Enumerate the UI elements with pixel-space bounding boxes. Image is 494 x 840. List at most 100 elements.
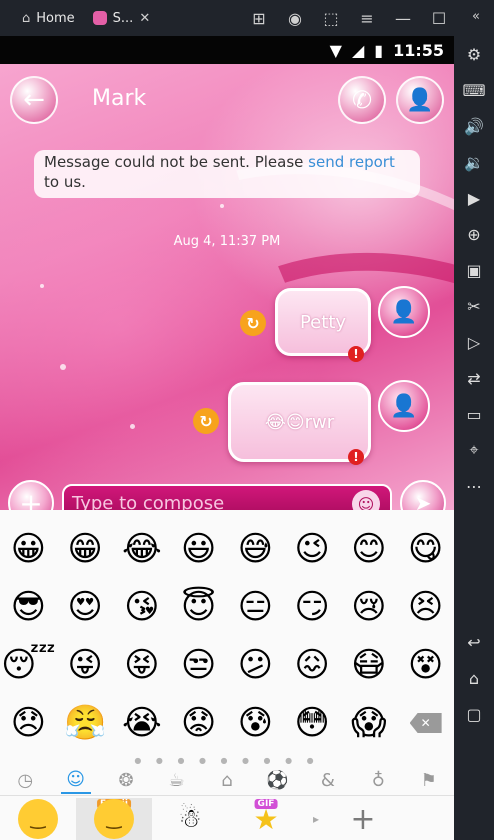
sports-icon[interactable]: ⚽	[262, 768, 292, 794]
flag-icon[interactable]: ⚑	[414, 768, 444, 794]
add-icon[interactable]: ⊕	[454, 216, 494, 252]
emulator-toolbar: ⌂ Home S... ✕ ⊞ ◉ ⬚ ≡ — ☐ ✕ ✕ «	[0, 0, 494, 36]
emoji-key[interactable]: 😤	[57, 694, 114, 752]
emoji-key[interactable]: 😊	[341, 520, 398, 578]
emoji-key[interactable]: 😳	[284, 694, 341, 752]
scissors-icon[interactable]: ✂	[454, 288, 494, 324]
emoji-key[interactable]: 😷	[341, 636, 398, 694]
tab-smiley[interactable]: ‿	[0, 798, 76, 840]
back-nav-icon[interactable]: ↩	[454, 624, 494, 660]
avatar: 👤	[378, 380, 430, 432]
emoji-key[interactable]: 😒	[170, 636, 227, 694]
close-tab-icon[interactable]: ✕	[139, 11, 150, 26]
emoji-toggle-icon[interactable]: ☺	[352, 490, 380, 510]
emoji-key[interactable]: 😉	[284, 520, 341, 578]
emoji-key[interactable]: 😝	[114, 636, 171, 694]
emoji-key[interactable]: 😱	[341, 694, 398, 752]
retry-icon[interactable]: ↻	[240, 310, 266, 336]
send-button[interactable]: ➤	[400, 480, 446, 510]
tab-emoji[interactable]: Emoji ‿	[76, 798, 152, 840]
more-icon[interactable]: ⋯	[454, 468, 494, 504]
attach-button[interactable]: +	[8, 480, 54, 510]
app-tab[interactable]: S... ✕	[85, 0, 159, 36]
emoji-key[interactable]: 😘	[114, 578, 171, 636]
minimize-icon[interactable]: —	[392, 7, 414, 29]
video-icon[interactable]: ▷	[454, 324, 494, 360]
gamepad-icon[interactable]: ⊞	[248, 7, 270, 29]
volume-up-icon[interactable]: 🔊	[454, 108, 494, 144]
emoji-key[interactable]: 😂	[114, 520, 171, 578]
settings-icon[interactable]: ⚙	[454, 36, 494, 72]
emoji-key[interactable]: 😜	[57, 636, 114, 694]
collapse-sidebar-icon[interactable]: «	[472, 9, 480, 24]
tab-gif[interactable]: GIF ★	[228, 798, 304, 840]
app-icon	[92, 11, 107, 25]
emoji-key[interactable]: 😁	[57, 520, 114, 578]
send-icon: ➤	[414, 491, 432, 510]
emoji-key[interactable]: 😣	[397, 578, 454, 636]
recents-nav-icon[interactable]: ▢	[454, 696, 494, 732]
emoji-key[interactable]: 😏	[284, 578, 341, 636]
wifi-icon: ▼	[329, 40, 342, 60]
error-text: Message could not be sent. Please	[44, 153, 309, 171]
emoji-key[interactable]: 😀	[0, 520, 57, 578]
play-icon[interactable]: ▶	[454, 180, 494, 216]
retry-icon[interactable]: ↻	[193, 408, 219, 434]
home-nav-icon[interactable]: ⌂	[454, 660, 494, 696]
smiley-icon[interactable]: ☺	[60, 768, 91, 794]
screen: ⌂ Home S... ✕ ⊞ ◉ ⬚ ≡ — ☐ ✕ ✕ « ⚙ ⌨ 🔊 🔉 …	[0, 0, 494, 840]
emoji-key[interactable]: 😑	[227, 578, 284, 636]
clock-icon[interactable]: ◷	[10, 768, 40, 794]
emoji-key[interactable]: 😭	[114, 694, 171, 752]
back-button[interactable]: ←	[10, 76, 58, 124]
tab-sticker[interactable]: ☃	[152, 798, 228, 840]
location-icon[interactable]: ⌖	[454, 432, 494, 468]
animal-icon[interactable]: ❂	[111, 768, 141, 794]
emoji-key[interactable]: 😴	[0, 636, 57, 694]
send-report-link[interactable]: send report	[308, 153, 395, 171]
compose-placeholder: Type to compose	[72, 492, 225, 511]
symbols-icon[interactable]: &	[313, 768, 343, 794]
emoji-key[interactable]: 😰	[227, 694, 284, 752]
emoji-key[interactable]: 😞	[0, 694, 57, 752]
background-sparkle	[60, 364, 66, 370]
food-icon[interactable]: ☕	[162, 768, 192, 794]
emoji-key[interactable]: 😟	[170, 694, 227, 752]
backspace-icon: ✕	[409, 713, 442, 733]
emoji-key[interactable]: 😖	[284, 636, 341, 694]
contact-button[interactable]: 👤	[396, 76, 444, 124]
emoji-key[interactable]: 😕	[227, 636, 284, 694]
volume-down-icon[interactable]: 🔉	[454, 144, 494, 180]
person-icon: 👤	[390, 393, 418, 419]
emoji-key[interactable]: 😇	[170, 578, 227, 636]
emoji-key[interactable]: 😎	[0, 578, 57, 636]
message-bubble[interactable]: 😂😊rwr	[228, 382, 371, 462]
apk-icon[interactable]: ▣	[454, 252, 494, 288]
emoji-key[interactable]: 😢	[341, 578, 398, 636]
page-indicator: ● ● ● ● ● ● ● ● ●	[134, 756, 320, 765]
scroll-right-icon[interactable]: ▸	[304, 812, 328, 826]
sync-icon[interactable]: ⇄	[454, 360, 494, 396]
status-bar: ▼ ◢ ▮ 11:55	[0, 36, 454, 64]
emoji-key[interactable]: 😋	[397, 520, 454, 578]
emoji-key[interactable]: 😅	[227, 520, 284, 578]
objects-icon[interactable]: ♁	[363, 768, 393, 794]
menu-icon[interactable]: ≡	[356, 7, 378, 29]
compose-input[interactable]: Type to compose ☺	[62, 484, 392, 510]
folder-icon[interactable]: ▭	[454, 396, 494, 432]
add-button[interactable]: +	[328, 802, 398, 837]
home-tab[interactable]: ⌂ Home	[0, 0, 85, 36]
keyboard-icon[interactable]: ⌨	[454, 72, 494, 108]
emoji-key[interactable]: 😃	[170, 520, 227, 578]
error-icon: !	[348, 449, 364, 465]
message-text: Petty	[299, 311, 347, 333]
backspace-button[interactable]: ✕	[397, 694, 454, 752]
travel-icon[interactable]: ⌂	[212, 768, 242, 794]
screenshot-icon[interactable]: ⬚	[320, 7, 342, 29]
error-icon: !	[348, 346, 364, 362]
call-button[interactable]: ✆	[338, 76, 386, 124]
emoji-key[interactable]: 😍	[57, 578, 114, 636]
account-icon[interactable]: ◉	[284, 7, 306, 29]
emoji-key[interactable]: 😵	[397, 636, 454, 694]
maximize-icon[interactable]: ☐	[428, 7, 450, 29]
